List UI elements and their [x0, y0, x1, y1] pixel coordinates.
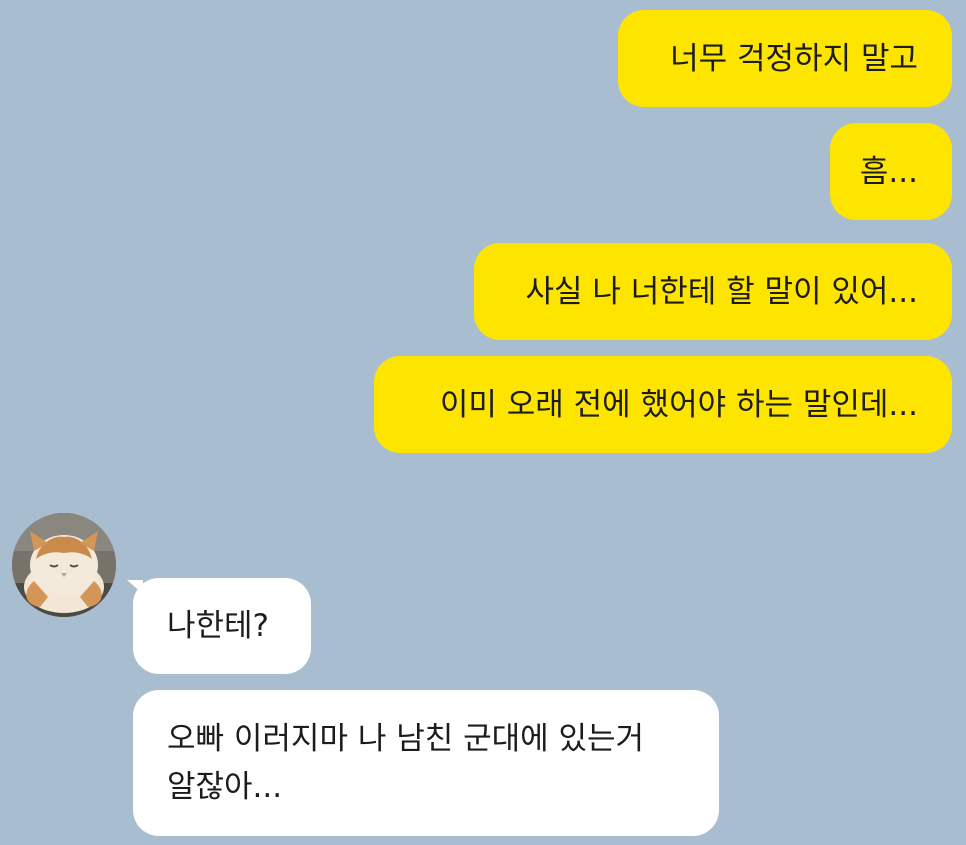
- outgoing-message: 흠...: [830, 123, 952, 220]
- cat-photo-icon: [12, 513, 116, 617]
- message-text: 오빠 이러지마 나 남친 군대에 있는거 알잖아...: [167, 721, 645, 805]
- outgoing-message: 사실 나 너한테 할 말이 있어...: [474, 243, 952, 340]
- message-text: 이미 오래 전에 했어야 하는 말인데...: [439, 386, 918, 423]
- chat-area: 너무 걱정하지 말고 흠... 사실 나 너한테 할 말이 있어... 이미 오…: [0, 0, 966, 845]
- message-text: 흠...: [859, 153, 918, 190]
- outgoing-message: 이미 오래 전에 했어야 하는 말인데...: [374, 356, 952, 453]
- message-text: 사실 나 너한테 할 말이 있어...: [525, 273, 918, 310]
- outgoing-message: 너무 걱정하지 말고: [618, 10, 952, 107]
- incoming-message: 오빠 이러지마 나 남친 군대에 있는거 알잖아...: [133, 690, 719, 836]
- message-text: 너무 걱정하지 말고: [670, 40, 918, 77]
- message-text: 나한테?: [167, 608, 270, 644]
- incoming-message: 나한테?: [133, 578, 311, 674]
- profile-avatar[interactable]: [12, 513, 116, 617]
